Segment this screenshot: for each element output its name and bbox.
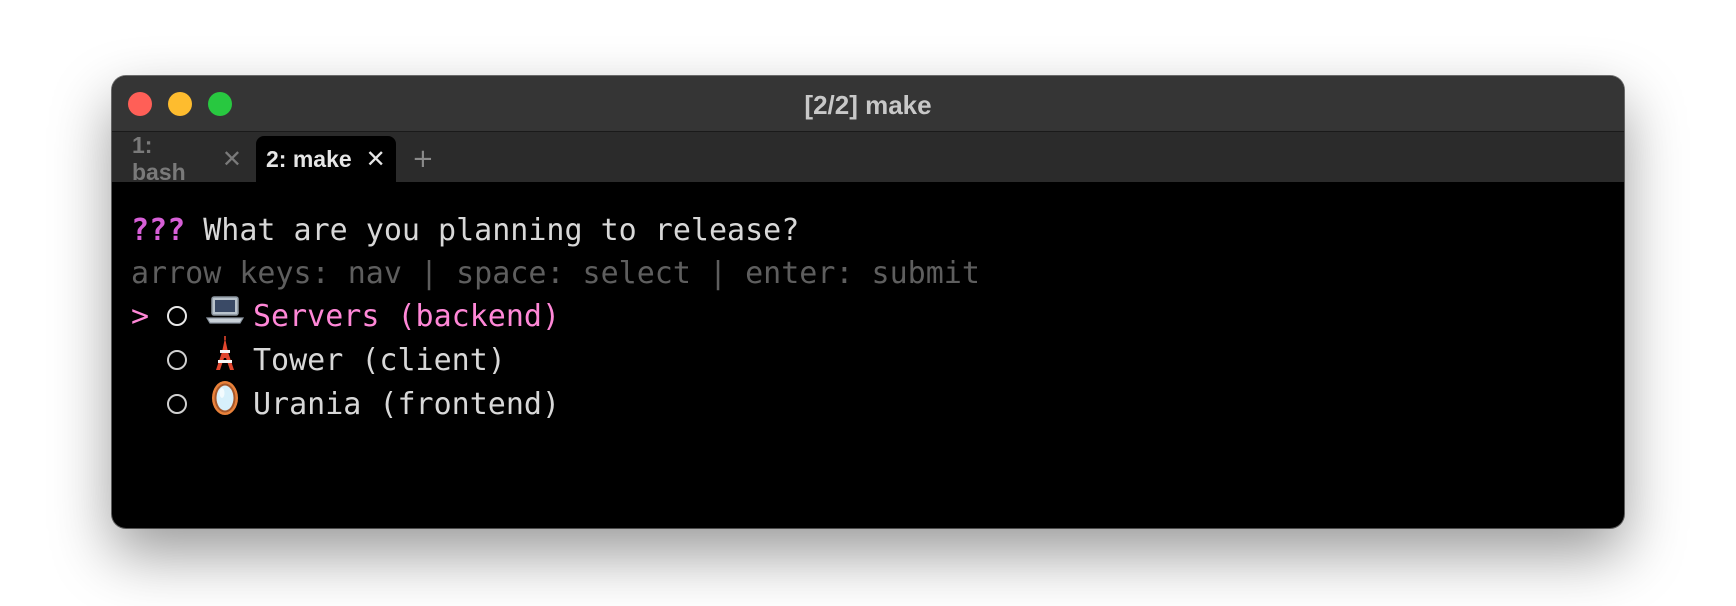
laptop-icon — [197, 294, 253, 337]
prompt-question: What are you planning to release? — [203, 213, 800, 248]
option-label: Tower (client) — [253, 343, 506, 378]
mirror-icon — [197, 379, 253, 428]
option-tower[interactable]: Tower (client) — [131, 336, 506, 381]
prompt-line: ??? What are you planning to release? — [131, 211, 799, 251]
keyboard-hint: arrow keys: nav | space: select | enter:… — [131, 256, 980, 291]
titlebar: [2/2] make — [112, 76, 1624, 132]
radio-unchecked-icon[interactable] — [167, 305, 187, 326]
prompt-marker: ??? — [131, 213, 186, 248]
option-label: Servers (backend) — [253, 299, 561, 334]
terminal-output[interactable]: ??? What are you planning to release? ar… — [131, 182, 1624, 528]
tab-label: 2: make — [266, 145, 352, 172]
new-tab-button[interactable]: + — [412, 144, 434, 174]
option-urania[interactable]: Urania (frontend) — [131, 381, 561, 425]
terminal-window: [2/2] make 1: bash ✕ 2: make ✕ + ??? Wha… — [112, 76, 1624, 528]
window-title: [2/2] make — [804, 90, 932, 120]
cursor-spacer — [131, 341, 167, 381]
option-label: Urania (frontend) — [253, 387, 561, 422]
tab-bar: 1: bash ✕ 2: make ✕ + — [112, 132, 1624, 185]
tab-close-icon[interactable]: ✕ — [222, 145, 242, 174]
selection-cursor: > — [131, 299, 150, 334]
option-servers[interactable]: > Servers (backend) — [131, 294, 561, 337]
radio-unchecked-icon[interactable] — [167, 393, 187, 414]
tab-bash[interactable]: 1: bash ✕ — [122, 132, 252, 185]
tokyo-tower-icon — [197, 336, 253, 383]
tab-label: 1: bash — [132, 132, 186, 185]
tab-make[interactable]: 2: make ✕ — [256, 136, 396, 182]
cursor-spacer — [131, 385, 167, 425]
radio-unchecked-icon[interactable] — [167, 349, 187, 370]
tab-close-icon[interactable]: ✕ — [366, 145, 386, 174]
